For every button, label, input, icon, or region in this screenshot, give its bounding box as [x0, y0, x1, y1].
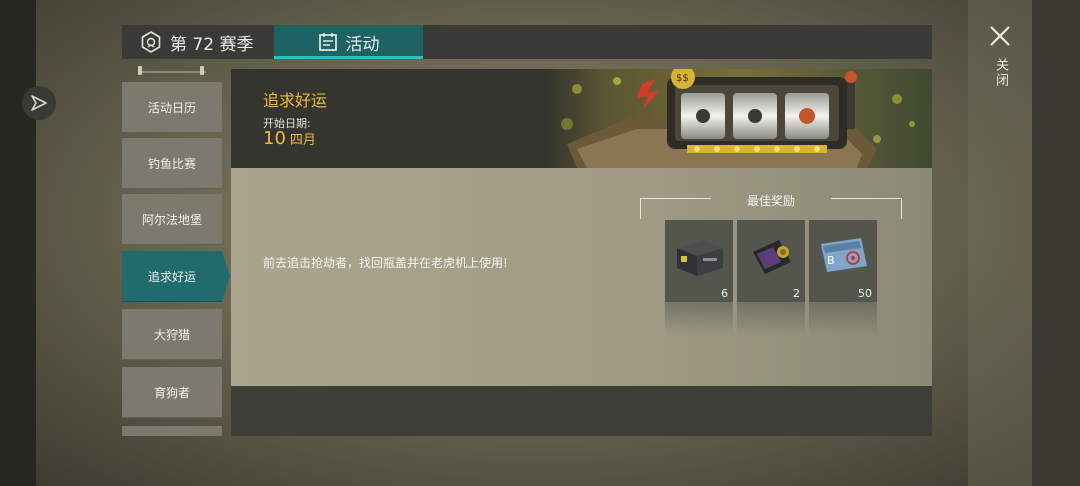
sidebar-item-big-hunt[interactable]: 大狩猎 — [122, 309, 222, 360]
start-month: 四月 — [289, 133, 316, 148]
sidebar-item-label: 大狩猎 — [153, 328, 190, 342]
close-icon — [990, 26, 1010, 46]
start-date: 10 四月 — [263, 128, 316, 149]
sidebar-item-label: 钓鱼比赛 — [147, 157, 196, 171]
sidebar-item-label: 活动日历 — [147, 101, 196, 115]
sidebar-scrollbar[interactable] — [122, 66, 222, 78]
sidebar-item-chasing-luck[interactable]: 追求好运 — [122, 251, 230, 302]
sidebar-item-calendar[interactable]: 活动日历 — [122, 82, 222, 133]
reward-reflection — [665, 302, 733, 336]
reward-reflection — [809, 302, 877, 336]
sidebar-item-fishing[interactable]: 钓鱼比赛 — [122, 138, 222, 189]
tab-season-label: 第 72 赛季 — [170, 34, 254, 55]
event-header: 追求好运 开始日期: 10 四月 $$ — [231, 69, 932, 168]
reward-count: 2 — [793, 287, 800, 300]
start-day: 10 — [263, 128, 286, 149]
event-title: 追求好运 — [263, 91, 328, 110]
reward-item[interactable]: 2 — [737, 220, 805, 336]
close-label[interactable]: 关闭 — [990, 58, 1010, 88]
tab-season[interactable]: 第 72 赛季 — [140, 25, 253, 59]
sidebar-item-label: 阿尔法地堡 — [141, 213, 202, 227]
reward-reflection — [737, 302, 805, 336]
sidebar-item-alpha-bunker[interactable]: 阿尔法地堡 — [122, 194, 222, 245]
event-description: 前去追击抢劫者，找回瓶盖并在老虎机上使用! — [263, 256, 508, 270]
slot-machine-banner-image: $$ — [547, 69, 932, 168]
reward-count: 6 — [721, 287, 728, 300]
biohazard-keycard-icon: B — [821, 238, 867, 272]
svg-text:$$: $$ — [676, 73, 689, 84]
scrollbar-knob-right — [200, 66, 204, 75]
scrollbar-knob-left — [138, 66, 142, 75]
event-sidebar: 活动日历 钓鱼比赛 阿尔法地堡 追求好运 大狩猎 育狗者 — [122, 66, 230, 436]
send-arrow-icon — [31, 95, 47, 111]
best-rewards: 最佳奖励 6 2 B 50 — [640, 190, 902, 350]
reward-item[interactable]: 6 — [665, 220, 733, 336]
rewards-title: 最佳奖励 — [746, 194, 795, 208]
send-arrow-button[interactable] — [22, 86, 56, 120]
id-badge-icon — [753, 240, 791, 274]
calendar-icon — [318, 32, 338, 52]
tab-activity-label: 活动 — [345, 34, 380, 55]
left-edge — [0, 0, 36, 486]
sidebar-item-dog-breeder[interactable]: 育狗者 — [122, 367, 222, 418]
sidebar-next-item-peek — [122, 426, 222, 436]
weapon-crate-icon — [677, 240, 723, 276]
sidebar-item-label: 追求好运 — [147, 270, 196, 284]
tab-bar: 第 72 赛季 活动 — [122, 25, 932, 59]
event-content: 追求好运 开始日期: 10 四月 $$ 前去追击抢劫者，找回瓶盖并在老虎机上使用… — [231, 69, 932, 436]
season-badge-icon — [140, 31, 162, 53]
right-edge — [1032, 0, 1080, 486]
tab-activity[interactable]: 活动 — [274, 25, 423, 59]
event-footer — [231, 386, 932, 436]
svg-text:B: B — [827, 254, 835, 267]
close-button[interactable] — [988, 24, 1012, 48]
event-body: 前去追击抢劫者，找回瓶盖并在老虎机上使用! 最佳奖励 6 2 B 50 — [231, 168, 932, 386]
reward-count: 50 — [858, 287, 872, 300]
reward-item[interactable]: B 50 — [809, 220, 877, 336]
scrollbar-track-line — [138, 71, 206, 73]
sidebar-item-label: 育狗者 — [153, 386, 190, 400]
